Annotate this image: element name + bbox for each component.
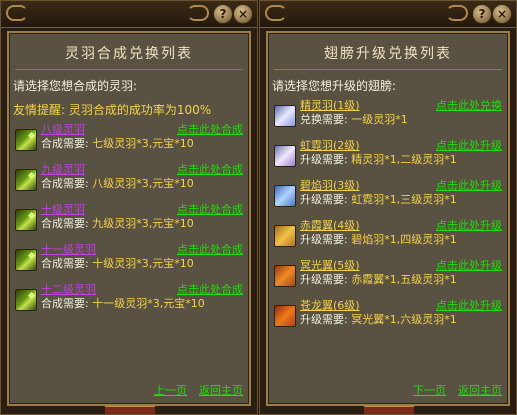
requirement-label: 升级需要: (300, 313, 348, 326)
requirement-label: 升级需要: (300, 233, 348, 246)
orange-wing-icon[interactable] (274, 265, 296, 287)
divider (274, 69, 502, 70)
green-feather-icon[interactable] (15, 169, 37, 191)
requirement: 兑换需要: 一级灵羽*1 (300, 111, 408, 127)
requirement: 升级需要: 赤霞翼*1,五级灵羽*1 (300, 271, 457, 287)
red-wing-icon[interactable] (274, 305, 296, 327)
green-feather-icon[interactable] (15, 289, 37, 311)
green-feather-icon[interactable] (15, 129, 37, 151)
requirement-value: 七级灵羽*3,元宝*10 (92, 137, 194, 150)
list-item: 十二级灵羽 点击此处合成 合成需要: 十一级灵羽*3,元宝*10 (9, 281, 249, 321)
scroll-ornament-icon (6, 5, 28, 21)
requirement-label: 升级需要: (300, 273, 348, 286)
list-item: 九级灵羽 点击此处合成 合成需要: 八级灵羽*3,元宝*10 (9, 161, 249, 201)
list-item: 赤霞翼(4级) 点击此处升级 升级需要: 碧焰羽*1,四级灵羽*1 (268, 217, 508, 257)
bottom-ornament (105, 406, 155, 414)
requirement-label: 兑换需要: (300, 113, 348, 126)
close-button[interactable]: × (492, 4, 512, 24)
prev-page-link[interactable]: 上一页 (154, 382, 187, 398)
requirement: 升级需要: 冥光翼*1,六级灵羽*1 (300, 311, 457, 327)
tip-text: 友情提醒: 灵羽合成的成功率为100% (13, 103, 212, 117)
requirement-value: 九级灵羽*3,元宝*10 (92, 217, 194, 230)
requirement-value: 精灵羽*1,二级灵羽*1 (351, 153, 457, 166)
requirement: 升级需要: 精灵羽*1,二级灵羽*1 (300, 151, 457, 167)
wing-upgrade-window: ? × 翅膀升级兑换列表 请选择您想升级的翅膀: 精灵羽(1级) 点击此处兑换 … (259, 0, 517, 415)
list-item: 十级灵羽 点击此处合成 合成需要: 九级灵羽*3,元宝*10 (9, 201, 249, 241)
window-titlebar[interactable]: ? × (1, 1, 257, 28)
requirement-label: 合成需要: (41, 177, 89, 190)
requirement: 合成需要: 九级灵羽*3,元宝*10 (41, 215, 194, 231)
window-titlebar[interactable]: ? × (260, 1, 516, 28)
requirement-value: 十一级灵羽*3,元宝*10 (92, 297, 205, 310)
requirement-value: 十级灵羽*3,元宝*10 (92, 257, 194, 270)
scroll-ornament-icon (265, 5, 287, 21)
list-item: 十一级灵羽 点击此处合成 合成需要: 十级灵羽*3,元宝*10 (9, 241, 249, 281)
content-panel: 灵羽合成兑换列表 请选择您想合成的灵羽: 友情提醒: 灵羽合成的成功率为100%… (7, 31, 251, 406)
prompt-text: 请选择您想升级的翅膀: (272, 79, 397, 93)
green-feather-icon[interactable] (15, 249, 37, 271)
list-item: 精灵羽(1级) 点击此处兑换 兑换需要: 一级灵羽*1 (268, 97, 508, 137)
list-item: 虹霓羽(2级) 点击此处升级 升级需要: 精灵羽*1,二级灵羽*1 (268, 137, 508, 177)
home-link[interactable]: 返回主页 (199, 382, 243, 398)
feather-synthesis-window: ? × 灵羽合成兑换列表 请选择您想合成的灵羽: 友情提醒: 灵羽合成的成功率为… (0, 0, 258, 415)
close-button[interactable]: × (233, 4, 253, 24)
requirement-label: 升级需要: (300, 153, 348, 166)
content-panel: 翅膀升级兑换列表 请选择您想升级的翅膀: 精灵羽(1级) 点击此处兑换 兑换需要… (266, 31, 510, 406)
requirement-label: 合成需要: (41, 217, 89, 230)
requirement: 升级需要: 碧焰羽*1,四级灵羽*1 (300, 231, 457, 247)
help-button[interactable]: ? (213, 4, 233, 24)
green-feather-icon[interactable] (15, 209, 37, 231)
requirement: 合成需要: 七级灵羽*3,元宝*10 (41, 135, 194, 151)
requirement-value: 虹霓羽*1,三级灵羽*1 (351, 193, 457, 206)
requirement-value: 八级灵羽*3,元宝*10 (92, 177, 194, 190)
list-item: 苍龙翼(6级) 点击此处升级 升级需要: 冥光翼*1,六级灵羽*1 (268, 297, 508, 337)
requirement-label: 合成需要: (41, 137, 89, 150)
panel-title: 翅膀升级兑换列表 (324, 46, 452, 62)
exchange-link[interactable]: 点击此处兑换 (436, 97, 502, 113)
home-link[interactable]: 返回主页 (458, 382, 502, 398)
prompt-text: 请选择您想合成的灵羽: (13, 79, 138, 93)
list-item: 八级灵羽 点击此处合成 合成需要: 七级灵羽*3,元宝*10 (9, 121, 249, 161)
list-item: 冥光翼(5级) 点击此处升级 升级需要: 赤霞翼*1,五级灵羽*1 (268, 257, 508, 297)
requirement-value: 碧焰羽*1,四级灵羽*1 (351, 233, 457, 246)
next-page-link[interactable]: 下一页 (413, 382, 446, 398)
requirement-value: 一级灵羽*1 (351, 113, 408, 126)
requirement-label: 合成需要: (41, 297, 89, 310)
gold-wing-icon[interactable] (274, 225, 296, 247)
scroll-ornament-icon (446, 5, 468, 21)
lavender-wing-icon[interactable] (274, 145, 296, 167)
bottom-ornament (364, 406, 414, 414)
divider (15, 69, 243, 70)
requirement-label: 合成需要: (41, 257, 89, 270)
requirement: 升级需要: 虹霓羽*1,三级灵羽*1 (300, 191, 457, 207)
blue-wing-icon[interactable] (274, 185, 296, 207)
requirement: 合成需要: 十级灵羽*3,元宝*10 (41, 255, 194, 271)
white-wing-icon[interactable] (274, 105, 296, 127)
help-button[interactable]: ? (472, 4, 492, 24)
requirement-value: 冥光翼*1,六级灵羽*1 (351, 313, 457, 326)
requirement-label: 升级需要: (300, 193, 348, 206)
scroll-ornament-icon (187, 5, 209, 21)
requirement-value: 赤霞翼*1,五级灵羽*1 (351, 273, 457, 286)
requirement: 合成需要: 八级灵羽*3,元宝*10 (41, 175, 194, 191)
panel-title: 灵羽合成兑换列表 (65, 46, 193, 62)
requirement: 合成需要: 十一级灵羽*3,元宝*10 (41, 295, 205, 311)
list-item: 碧焰羽(3级) 点击此处升级 升级需要: 虹霓羽*1,三级灵羽*1 (268, 177, 508, 217)
